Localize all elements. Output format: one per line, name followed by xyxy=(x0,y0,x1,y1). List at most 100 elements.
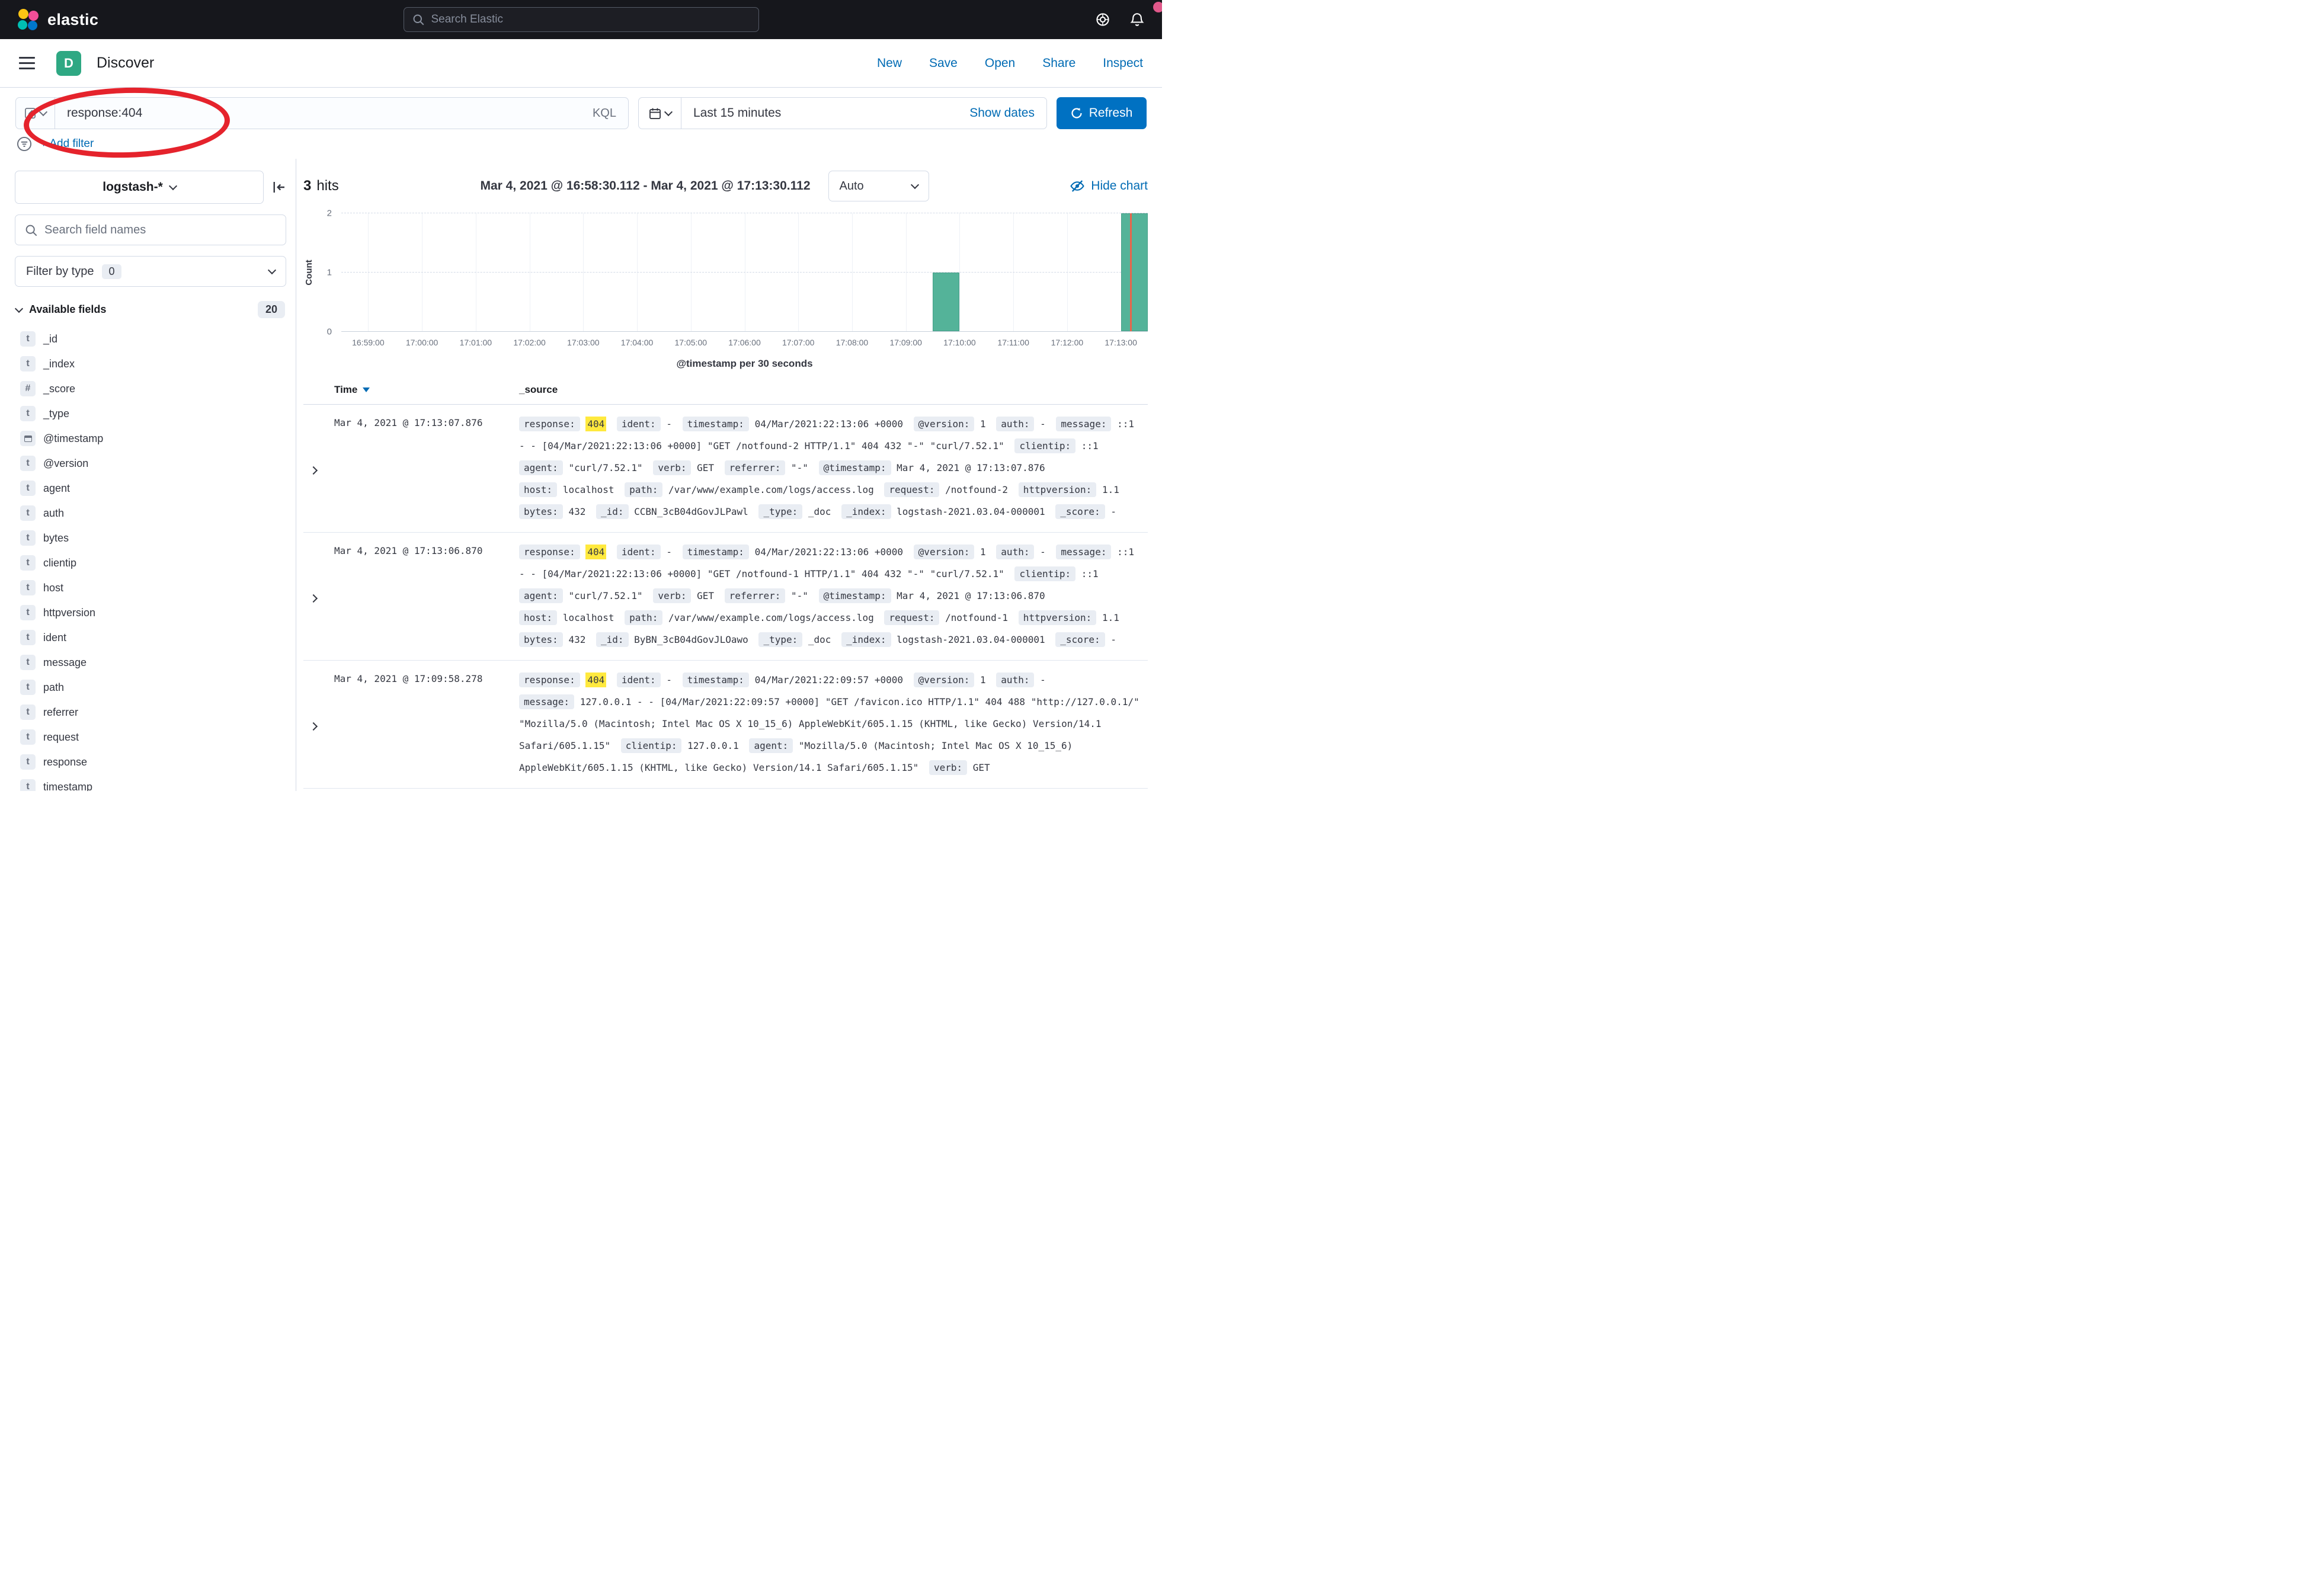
field-item-@timestamp[interactable]: @timestamp xyxy=(15,426,286,451)
source-field-pair: clientip: 127.0.0.1 xyxy=(621,740,739,751)
field-item-_type[interactable]: t_type xyxy=(15,401,286,426)
source-field-name: auth: xyxy=(996,672,1034,687)
query-language-button[interactable]: KQL xyxy=(593,107,628,120)
time-column-header[interactable]: Time xyxy=(334,384,519,396)
field-item-agent[interactable]: tagent xyxy=(15,476,286,501)
source-field-name: ident: xyxy=(617,545,661,559)
refresh-button[interactable]: Refresh xyxy=(1057,97,1147,129)
saved-query-menu-button[interactable] xyxy=(16,98,55,129)
source-field-name: referrer: xyxy=(725,460,786,475)
x-gridline xyxy=(368,213,369,331)
source-field-name: timestamp: xyxy=(683,417,749,431)
field-item-path[interactable]: tpath xyxy=(15,675,286,700)
x-tick-label: 17:12:00 xyxy=(1051,338,1084,347)
field-name: @timestamp xyxy=(43,433,103,445)
field-item-_id[interactable]: t_id xyxy=(15,326,286,351)
field-item-host[interactable]: thost xyxy=(15,575,286,600)
expand-row-button[interactable] xyxy=(303,541,334,651)
field-item-auth[interactable]: tauth xyxy=(15,501,286,526)
show-dates-link[interactable]: Show dates xyxy=(969,106,1046,120)
filter-by-type-select[interactable]: Filter by type 0 xyxy=(15,256,286,287)
source-field-name: message: xyxy=(1056,417,1111,431)
field-item-httpversion[interactable]: thttpversion xyxy=(15,600,286,625)
field-item-timestamp[interactable]: ttimestamp xyxy=(15,774,286,791)
source-field-value: _doc xyxy=(808,634,831,645)
source-field-value: _doc xyxy=(808,506,831,517)
help-icon[interactable] xyxy=(1096,12,1110,27)
add-filter-link[interactable]: + Add filter xyxy=(40,137,94,150)
string-field-type-icon: t xyxy=(20,331,36,347)
action-save[interactable]: Save xyxy=(929,56,958,71)
query-input[interactable]: response:404 xyxy=(55,106,593,120)
source-field-pair: _id: CCBN_3cB04dGovJLPawl xyxy=(596,506,748,517)
source-field-pair: _index: logstash-2021.03.04-000001 xyxy=(841,506,1045,517)
field-name: referrer xyxy=(43,706,78,719)
field-search[interactable] xyxy=(15,214,286,245)
field-item-_score[interactable]: #_score xyxy=(15,376,286,401)
date-picker-calendar-button[interactable] xyxy=(639,98,681,129)
source-field-value: 04/Mar/2021:22:13:06 +0000 xyxy=(755,546,903,558)
x-gridline xyxy=(1067,213,1068,331)
source-field-name: path: xyxy=(625,482,662,497)
source-field-pair: httpversion: 1.1 xyxy=(1019,612,1119,623)
source-field-pair: ident: - xyxy=(617,546,672,558)
chevron-down-icon xyxy=(268,266,276,274)
field-item-_index[interactable]: t_index xyxy=(15,351,286,376)
source-field-value: "-" xyxy=(791,590,808,601)
string-field-type-icon: t xyxy=(20,704,36,720)
index-pattern-select[interactable]: logstash-* xyxy=(15,171,264,204)
global-search-input[interactable] xyxy=(431,13,750,26)
collapse-sidebar-icon[interactable] xyxy=(272,180,286,194)
source-field-name: path: xyxy=(625,610,662,625)
field-item-clientip[interactable]: tclientip xyxy=(15,550,286,575)
source-field-value: 1.1 xyxy=(1102,612,1119,623)
histogram-bar[interactable] xyxy=(1121,213,1148,331)
global-search[interactable] xyxy=(404,7,759,32)
menu-icon[interactable] xyxy=(19,57,35,69)
hide-chart-button[interactable]: Hide chart xyxy=(1070,179,1148,193)
source-field-name: message: xyxy=(1056,545,1111,559)
source-field-name: _id: xyxy=(596,504,629,519)
hide-chart-label: Hide chart xyxy=(1091,179,1148,193)
string-field-type-icon: t xyxy=(20,356,36,372)
source-field-pair: ident: - xyxy=(617,674,672,686)
expand-row-button[interactable] xyxy=(303,669,334,779)
field-name: bytes xyxy=(43,532,69,545)
source-field-pair: referrer: "-" xyxy=(725,462,808,473)
chevron-down-icon xyxy=(910,181,918,189)
source-field-value: - xyxy=(1040,546,1046,558)
elastic-brand[interactable]: elastic xyxy=(18,9,98,30)
action-open[interactable]: Open xyxy=(985,56,1015,71)
action-new[interactable]: New xyxy=(877,56,902,71)
field-search-input[interactable] xyxy=(44,223,276,237)
field-item-request[interactable]: trequest xyxy=(15,725,286,750)
source-field-value: 1 xyxy=(980,546,986,558)
action-inspect[interactable]: Inspect xyxy=(1103,56,1143,71)
source-field-name: host: xyxy=(519,610,557,625)
source-field-pair: auth: - xyxy=(996,674,1045,686)
time-range-value[interactable]: Last 15 minutes xyxy=(681,106,781,120)
source-field-name: _index: xyxy=(841,632,891,647)
field-name: ident xyxy=(43,632,66,644)
field-item-@version[interactable]: t@version xyxy=(15,451,286,476)
field-name: agent xyxy=(43,482,70,495)
number-field-type-icon: # xyxy=(20,381,36,396)
source-field-name: _score: xyxy=(1055,632,1105,647)
field-item-ident[interactable]: tident xyxy=(15,625,286,650)
field-item-referrer[interactable]: t referrer xyxy=(15,700,286,725)
action-share[interactable]: Share xyxy=(1042,56,1075,71)
elastic-logo-icon xyxy=(18,9,39,30)
histogram-bar[interactable] xyxy=(933,273,959,332)
field-item-message[interactable]: tmessage xyxy=(15,650,286,675)
available-fields-toggle[interactable]: Available fields 20 xyxy=(15,301,286,318)
notifications-icon[interactable] xyxy=(1130,12,1144,27)
field-item-bytes[interactable]: tbytes xyxy=(15,526,286,550)
expand-row-button[interactable] xyxy=(303,413,334,523)
filter-menu-icon[interactable] xyxy=(17,136,32,152)
interval-select[interactable]: Auto xyxy=(828,171,929,201)
source-field-name: message: xyxy=(519,694,574,709)
x-gridline xyxy=(959,213,960,331)
source-field-value: - xyxy=(1110,634,1116,645)
field-item-response[interactable]: tresponse xyxy=(15,750,286,774)
x-axis-label: @timestamp per 30 seconds xyxy=(341,353,1148,373)
